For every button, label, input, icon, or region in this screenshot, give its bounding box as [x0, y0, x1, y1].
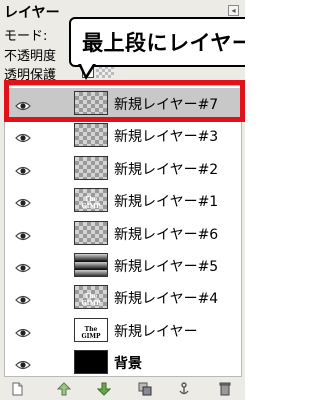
highlight-box — [4, 80, 245, 122]
layer-list[interactable]: 新規レイヤー#7 新規レイヤー#3 新規レイヤー#2 The GIMP 新規レイヤー#1… — [4, 85, 242, 377]
thumbnail-text: The GIMP — [81, 196, 101, 211]
raise-layer-icon[interactable] — [56, 381, 72, 396]
layer-thumbnail — [74, 123, 108, 148]
eye-icon[interactable] — [15, 129, 31, 143]
layer-row[interactable]: 新規レイヤー#2 — [5, 153, 241, 183]
layer-name: 新規レイヤー#5 — [114, 259, 219, 275]
layer-name: 新規レイヤー — [114, 323, 198, 340]
eye-icon[interactable] — [15, 162, 31, 175]
layer-name: 新規レイヤー#3 — [114, 129, 219, 146]
layer-name: 背景 — [114, 356, 142, 373]
delete-layer-icon[interactable] — [218, 381, 232, 396]
anchor-layer-icon[interactable] — [177, 381, 191, 395]
opacity-label: 不透明度 — [4, 49, 57, 64]
thumbnail-text: The GIMP — [81, 293, 101, 308]
canvas-background — [245, 0, 334, 400]
transparency-icon — [96, 66, 114, 78]
thumbnail-text: The GIMP — [81, 325, 101, 340]
layer-name: 新規レイヤー#4 — [114, 291, 219, 308]
layer-name: 新規レイヤー#1 — [114, 194, 219, 211]
new-layer-icon[interactable] — [10, 381, 24, 396]
layer-row[interactable]: 新規レイヤー#6 — [5, 218, 241, 248]
layer-thumbnail — [74, 155, 108, 180]
layer-thumbnail: The GIMP — [74, 285, 108, 310]
layer-thumbnail: The GIMP — [74, 317, 108, 342]
eye-icon[interactable] — [15, 356, 31, 370]
eye-icon[interactable] — [15, 259, 31, 273]
layer-thumbnail — [74, 220, 108, 245]
layer-name: 新規レイヤー#2 — [114, 161, 219, 178]
layer-row[interactable]: 背景 — [5, 347, 241, 377]
lower-layer-icon[interactable] — [96, 381, 112, 396]
mode-label: モード: — [4, 29, 48, 44]
layer-name: 新規レイヤー#6 — [114, 226, 219, 243]
layer-row[interactable]: 新規レイヤー#5 — [5, 250, 241, 280]
layer-toolbar — [0, 377, 245, 400]
callout-tail-fill — [81, 64, 93, 75]
eye-icon[interactable] — [15, 324, 31, 337]
layer-row[interactable]: The GIMP 新規レイヤー — [5, 315, 241, 345]
eye-icon[interactable] — [15, 227, 31, 240]
eye-icon[interactable] — [15, 194, 31, 208]
layer-row[interactable]: The GIMP 新規レイヤー#1 — [5, 185, 241, 215]
dock-menu-icon[interactable]: ◂ — [228, 5, 239, 16]
layer-thumbnail: The GIMP — [74, 188, 108, 213]
layer-row[interactable]: The GIMP 新規レイヤー#4 — [5, 282, 241, 312]
layer-thumbnail — [74, 350, 108, 375]
layer-thumbnail — [74, 253, 108, 277]
eye-icon[interactable] — [15, 291, 31, 305]
layer-row[interactable]: 新規レイヤー#3 — [5, 120, 241, 150]
duplicate-layer-icon[interactable] — [138, 381, 152, 396]
dialog-title: レイヤー — [4, 5, 60, 21]
